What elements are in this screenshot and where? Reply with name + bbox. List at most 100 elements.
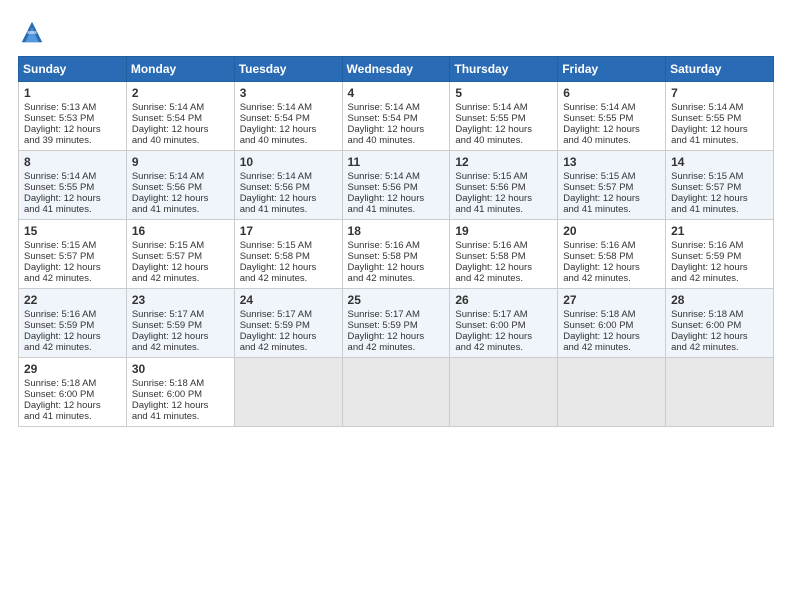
- daylight-label: Daylight: 12 hoursand 42 minutes.: [348, 331, 425, 353]
- sunset-label: Sunset: 6:00 PM: [24, 389, 94, 400]
- day-cell-26: 26Sunrise: 5:17 AMSunset: 6:00 PMDayligh…: [450, 289, 558, 358]
- day-number: 3: [240, 86, 337, 100]
- week-row-2: 8Sunrise: 5:14 AMSunset: 5:55 PMDaylight…: [19, 151, 774, 220]
- day-number: 30: [132, 362, 229, 376]
- day-number: 2: [132, 86, 229, 100]
- day-cell-13: 13Sunrise: 5:15 AMSunset: 5:57 PMDayligh…: [558, 151, 666, 220]
- sunset-label: Sunset: 6:00 PM: [563, 320, 633, 331]
- sunrise-label: Sunrise: 5:18 AM: [132, 378, 204, 389]
- day-cell-24: 24Sunrise: 5:17 AMSunset: 5:59 PMDayligh…: [234, 289, 342, 358]
- sunset-label: Sunset: 5:56 PM: [132, 182, 202, 193]
- day-cell-28: 28Sunrise: 5:18 AMSunset: 6:00 PMDayligh…: [666, 289, 774, 358]
- daylight-label: Daylight: 12 hoursand 42 minutes.: [348, 262, 425, 284]
- sunset-label: Sunset: 5:58 PM: [348, 251, 418, 262]
- day-cell-21: 21Sunrise: 5:16 AMSunset: 5:59 PMDayligh…: [666, 220, 774, 289]
- sunset-label: Sunset: 5:55 PM: [563, 113, 633, 124]
- day-number: 5: [455, 86, 552, 100]
- sunset-label: Sunset: 5:54 PM: [348, 113, 418, 124]
- daylight-label: Daylight: 12 hoursand 42 minutes.: [563, 331, 640, 353]
- day-number: 17: [240, 224, 337, 238]
- daylight-label: Daylight: 12 hoursand 41 minutes.: [24, 400, 101, 422]
- day-cell-12: 12 Sunrise: 5:15 AMSunset: 5:56 PMDayligh…: [450, 151, 558, 220]
- sunrise-label: Sunrise: 5:14 AM: [348, 171, 420, 182]
- empty-cell: [450, 358, 558, 427]
- day-number: 29: [24, 362, 121, 376]
- day-number: 23: [132, 293, 229, 307]
- day-number: 1: [24, 86, 121, 100]
- day-cell-17: 17Sunrise: 5:15 AMSunset: 5:58 PMDayligh…: [234, 220, 342, 289]
- sunset-label: Sunset: 5:55 PM: [455, 113, 525, 124]
- day-cell-6: 6Sunrise: 5:14 AMSunset: 5:55 PMDaylight…: [558, 82, 666, 151]
- sunrise-label: Sunrise: 5:14 AM: [455, 102, 527, 113]
- sunset-label: Sunset: 6:00 PM: [671, 320, 741, 331]
- day-number: 15: [24, 224, 121, 238]
- sunset-label: Sunset: 5:56 PM: [455, 182, 525, 193]
- week-row-4: 22Sunrise: 5:16 AMSunset: 5:59 PMDayligh…: [19, 289, 774, 358]
- sunset-label: Sunset: 5:56 PM: [348, 182, 418, 193]
- daylight-label: Daylight: 12 hoursand 41 minutes.: [455, 193, 532, 215]
- day-cell-29: 29 Sunrise: 5:18 AMSunset: 6:00 PMDayligh…: [19, 358, 127, 427]
- col-header-monday: Monday: [126, 57, 234, 82]
- day-cell-22: 22Sunrise: 5:16 AMSunset: 5:59 PMDayligh…: [19, 289, 127, 358]
- daylight-label: Daylight: 12 hoursand 42 minutes.: [240, 262, 317, 284]
- day-cell-8: 8Sunrise: 5:14 AMSunset: 5:55 PMDaylight…: [19, 151, 127, 220]
- sunrise-label: Sunrise: 5:14 AM: [132, 102, 204, 113]
- day-cell-4: 4Sunrise: 5:14 AMSunset: 5:54 PMDaylight…: [342, 82, 450, 151]
- day-number: 24: [240, 293, 337, 307]
- sunrise-label: Sunrise: 5:14 AM: [671, 102, 743, 113]
- daylight-label: Daylight: 12 hoursand 40 minutes.: [563, 124, 640, 146]
- sunrise-label: Sunrise: 5:13 AM: [24, 102, 96, 113]
- sunset-label: Sunset: 5:59 PM: [240, 320, 310, 331]
- week-row-5: 29Sunrise: 5:18 AMSunset: 6:00 PMDayligh…: [19, 358, 774, 427]
- day-number: 28: [671, 293, 768, 307]
- sunrise-label: Sunrise: 5:15 AM: [240, 240, 312, 251]
- sunrise-label: Sunrise: 5:14 AM: [240, 171, 312, 182]
- sunset-label: Sunset: 5:58 PM: [563, 251, 633, 262]
- sunrise-label: Sunrise: 5:17 AM: [240, 309, 312, 320]
- sunset-label: Sunset: 5:57 PM: [132, 251, 202, 262]
- daylight-label: Daylight: 12 hoursand 42 minutes.: [563, 262, 640, 284]
- sunset-label: Sunset: 5:57 PM: [24, 251, 94, 262]
- col-header-thursday: Thursday: [450, 57, 558, 82]
- day-number: 19: [455, 224, 552, 238]
- sunset-label: Sunset: 5:59 PM: [671, 251, 741, 262]
- day-number: 12: [455, 155, 552, 169]
- daylight-label: Daylight: 12 hoursand 40 minutes.: [348, 124, 425, 146]
- calendar-table: SundayMondayTuesdayWednesdayThursdayFrid…: [18, 56, 774, 427]
- daylight-label: Daylight: 12 hoursand 40 minutes.: [132, 124, 209, 146]
- daylight-label: Daylight: 12 hoursand 42 minutes.: [455, 262, 532, 284]
- sunrise-label: Sunrise: 5:15 AM: [455, 171, 527, 182]
- sunrise-label: Sunrise: 5:18 AM: [671, 309, 743, 320]
- page: SundayMondayTuesdayWednesdayThursdayFrid…: [0, 0, 792, 612]
- sunrise-label: Sunrise: 5:15 AM: [132, 240, 204, 251]
- daylight-label: Daylight: 12 hoursand 41 minutes.: [671, 124, 748, 146]
- daylight-label: Daylight: 12 hoursand 42 minutes.: [132, 262, 209, 284]
- sunrise-label: Sunrise: 5:18 AM: [24, 378, 96, 389]
- day-number: 20: [563, 224, 660, 238]
- col-header-sunday: Sunday: [19, 57, 127, 82]
- sunrise-label: Sunrise: 5:17 AM: [348, 309, 420, 320]
- sunset-label: Sunset: 5:59 PM: [348, 320, 418, 331]
- sunrise-label: Sunrise: 5:17 AM: [132, 309, 204, 320]
- header-row: SundayMondayTuesdayWednesdayThursdayFrid…: [19, 57, 774, 82]
- sunrise-label: Sunrise: 5:16 AM: [563, 240, 635, 251]
- day-cell-18: 18Sunrise: 5:16 AMSunset: 5:58 PMDayligh…: [342, 220, 450, 289]
- day-number: 26: [455, 293, 552, 307]
- empty-cell: [342, 358, 450, 427]
- day-number: 7: [671, 86, 768, 100]
- sunrise-label: Sunrise: 5:18 AM: [563, 309, 635, 320]
- day-cell-15: 15Sunrise: 5:15 AMSunset: 5:57 PMDayligh…: [19, 220, 127, 289]
- sunset-label: Sunset: 5:57 PM: [671, 182, 741, 193]
- daylight-label: Daylight: 12 hoursand 42 minutes.: [671, 262, 748, 284]
- day-number: 25: [348, 293, 445, 307]
- sunrise-label: Sunrise: 5:17 AM: [455, 309, 527, 320]
- day-cell-2: 2Sunrise: 5:14 AMSunset: 5:54 PMDaylight…: [126, 82, 234, 151]
- daylight-label: Daylight: 12 hoursand 42 minutes.: [24, 331, 101, 353]
- daylight-label: Daylight: 12 hoursand 42 minutes.: [455, 331, 532, 353]
- day-number: 13: [563, 155, 660, 169]
- col-header-wednesday: Wednesday: [342, 57, 450, 82]
- day-number: 10: [240, 155, 337, 169]
- daylight-label: Daylight: 12 hoursand 41 minutes.: [132, 400, 209, 422]
- logo: [18, 18, 50, 46]
- empty-cell: [666, 358, 774, 427]
